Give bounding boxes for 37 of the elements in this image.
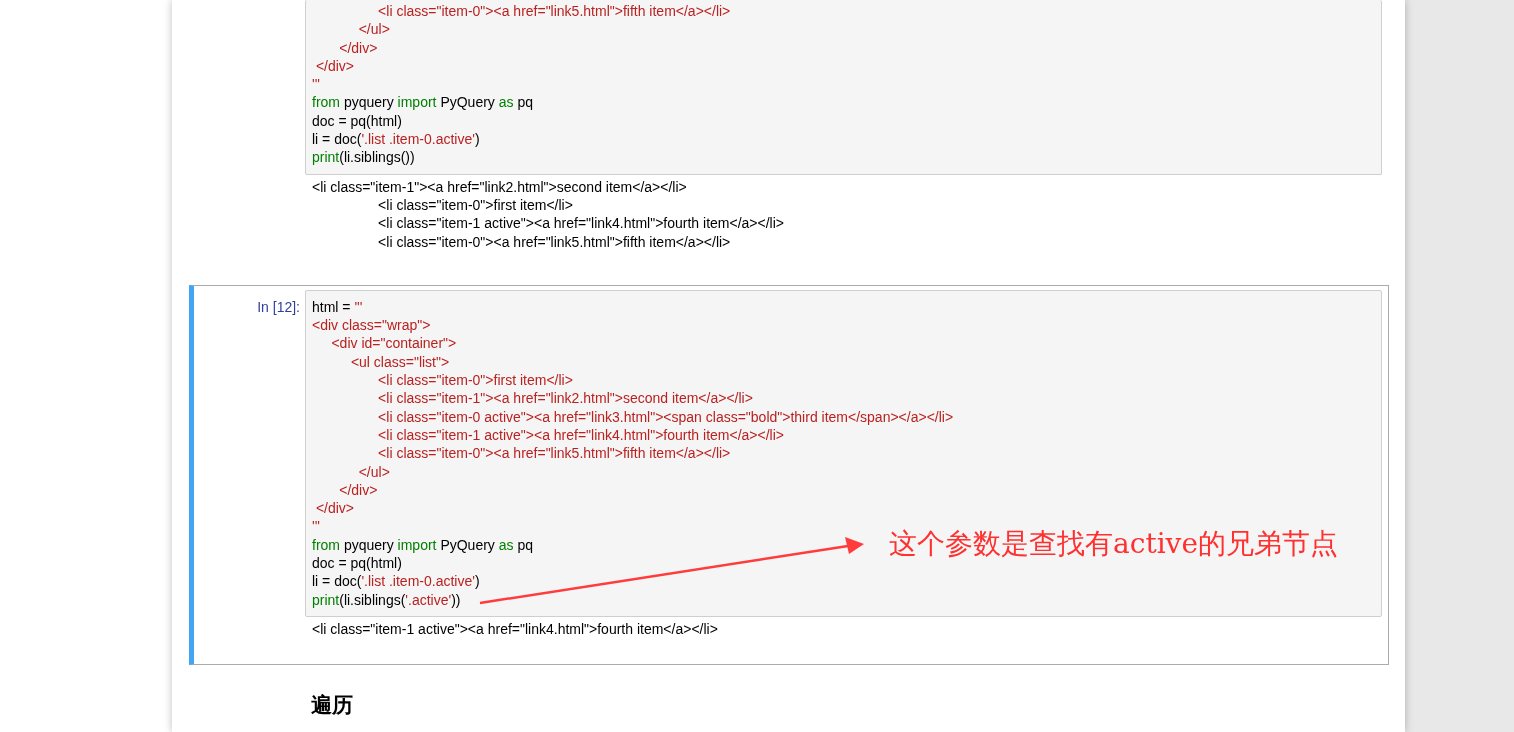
code-line: <li class="item-0"><a href="link5.html">fifth item</a></li> bbox=[377, 444, 731, 463]
code-line: </div> bbox=[314, 56, 355, 76]
notebook-cell[interactable] bbox=[189, 284, 1389, 666]
code-line: </div> bbox=[338, 38, 378, 57]
code-line: </div> bbox=[314, 499, 355, 518]
code-line: <li class="item-0">first item</li> bbox=[377, 371, 573, 390]
code-line: ''' bbox=[312, 75, 321, 94]
code-line: <div id="container"> bbox=[330, 334, 457, 353]
annotation-text: 这个参数是查找有active的兄弟节点 bbox=[889, 526, 1338, 562]
section-heading: 遍历 bbox=[311, 692, 353, 719]
code-line: li = doc('.list .item-0.active') bbox=[312, 572, 480, 591]
code-line: ''' bbox=[312, 517, 321, 536]
code-line: </ul> bbox=[357, 20, 390, 39]
code-line: <ul class="list"> bbox=[349, 352, 450, 372]
code-line: html = ''' bbox=[312, 297, 363, 317]
output-line: <li class="item-0"><a href="link5.html">fifth item</a></li> bbox=[377, 232, 731, 251]
output-line: <li class="item-0">first item</li> bbox=[377, 195, 573, 215]
input-prompt: In [12]: bbox=[257, 297, 300, 317]
code-input-area[interactable]: <li class="item-0"><a href="link5.html">fifth item</a></li> </ul> </div> </div> ''' from pyquery import PyQuery as pq doc = pq(html) li = doc('.list .item-0.active') print(li.siblings()) bbox=[305, 0, 1382, 175]
code-line: from pyquery import PyQuery as pq bbox=[312, 535, 533, 554]
output-line: <li class="item-1"><a href="link2.html">second item</a></li> bbox=[312, 177, 687, 196]
code-line: <li class="item-0"><a href="link5.html">fifth item</a></li> bbox=[377, 2, 731, 21]
code-line: doc = pq(html) bbox=[312, 554, 402, 573]
code-line: from pyquery import PyQuery as pq bbox=[312, 93, 533, 112]
code-line: print(li.siblings('.active')) bbox=[312, 590, 461, 609]
code-line: li = doc('.list .item-0.active') bbox=[312, 130, 480, 149]
code-line: <div class="wrap"> bbox=[312, 316, 431, 335]
code-line: </ul> bbox=[357, 462, 390, 481]
code-line: print(li.siblings()) bbox=[312, 148, 415, 167]
code-line: <li class="item-0 active"><a href="link3.html"><span class="bold">third item</span></a></li> bbox=[377, 407, 954, 426]
code-line: <li class="item-1"><a href="link2.html">second item</a></li> bbox=[377, 389, 753, 408]
code-line: <li class="item-1 active"><a href="link4.html">fourth item</a></li> bbox=[377, 425, 784, 445]
code-line: doc = pq(html) bbox=[312, 111, 402, 131]
code-line: </div> bbox=[338, 480, 378, 500]
code-input-area[interactable] bbox=[305, 289, 1382, 617]
output-line: <li class="item-1 active"><a href="link4.html">fourth item</a></li> bbox=[377, 214, 784, 233]
output-line: <li class="item-1 active"><a href="link4.html">fourth item</a></li> bbox=[312, 619, 718, 639]
